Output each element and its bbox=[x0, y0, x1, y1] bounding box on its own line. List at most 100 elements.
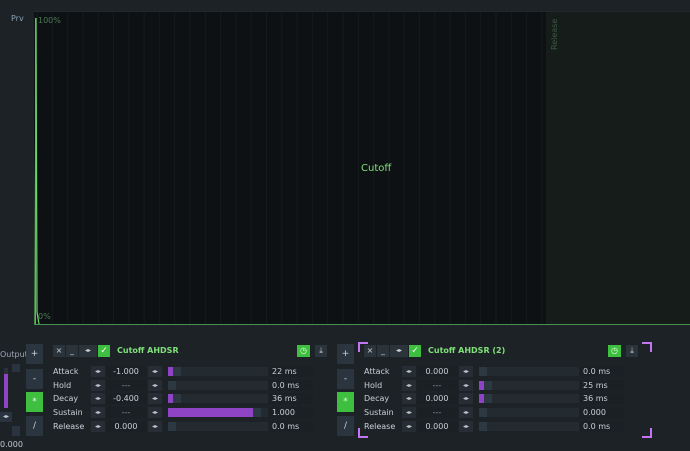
op-add-button[interactable]: + bbox=[26, 344, 43, 364]
left-right-arrows-icon[interactable]: ◂▸ bbox=[148, 420, 162, 432]
param-value[interactable]: -1.000 bbox=[106, 366, 146, 377]
param-slider-handle[interactable] bbox=[168, 421, 176, 431]
left-right-arrows-icon[interactable]: ◂▸ bbox=[459, 366, 473, 377]
left-right-arrows-icon[interactable]: ◂▸ bbox=[459, 420, 473, 432]
param-slider-fill bbox=[168, 408, 260, 418]
param-slider-handle[interactable] bbox=[479, 408, 487, 418]
left-right-arrows-icon[interactable]: ◂▸ bbox=[459, 407, 473, 419]
left-right-arrows-icon[interactable]: ◂▸ bbox=[91, 407, 105, 419]
left-right-arrows-icon[interactable]: ◂▸ bbox=[91, 420, 105, 432]
param-slider[interactable] bbox=[479, 380, 579, 390]
param-slider-handle[interactable] bbox=[479, 367, 487, 376]
param-time-readout: 0.000 bbox=[580, 407, 624, 419]
output-side-box[interactable] bbox=[12, 364, 20, 372]
graph-baseline bbox=[34, 324, 690, 325]
minimize-icon[interactable]: _ bbox=[377, 345, 389, 357]
param-time-readout: 0.0 ms bbox=[580, 420, 624, 432]
left-right-arrows-icon[interactable]: ◂▸ bbox=[148, 393, 162, 405]
param-slider-handle[interactable] bbox=[172, 394, 181, 404]
left-right-arrows-icon[interactable]: ◂▸ bbox=[459, 379, 473, 391]
left-right-arrows-icon[interactable]: ◂▸ bbox=[148, 407, 162, 419]
param-value[interactable]: 0.000 bbox=[417, 366, 457, 377]
param-label: Release bbox=[53, 421, 85, 431]
graph-title: Cutoff bbox=[361, 163, 392, 174]
param-slider-handle[interactable] bbox=[252, 408, 261, 418]
reorder-arrows-icon[interactable]: ◂▸ bbox=[79, 345, 97, 357]
op-multiply-button[interactable]: * bbox=[26, 392, 43, 412]
left-right-arrows-icon[interactable]: ◂▸ bbox=[91, 379, 105, 391]
param-value[interactable]: 0.000 bbox=[106, 420, 146, 432]
left-right-arrows-icon[interactable]: ◂▸ bbox=[91, 393, 105, 405]
left-right-arrows-icon[interactable]: ◂▸ bbox=[148, 366, 162, 377]
param-time-readout: 1.000 bbox=[269, 407, 313, 419]
param-row-release: Release ◂▸ 0.000 ◂▸ 0.0 ms bbox=[364, 420, 654, 433]
modulator-panel-1: × _ ◂▸ ✓ Cutoff AHDSR ◷ ⤓ Attack ◂▸ -1.000 ◂▸ 22 ms… bbox=[53, 342, 331, 440]
clock-icon[interactable]: ◷ bbox=[297, 345, 310, 357]
op-subtract-button[interactable]: - bbox=[26, 369, 43, 389]
selection-corner bbox=[642, 428, 652, 438]
left-right-arrows-icon[interactable]: ◂▸ bbox=[402, 420, 416, 432]
param-slider-handle[interactable] bbox=[168, 380, 176, 390]
left-right-arrows-icon[interactable]: ◂▸ bbox=[402, 407, 416, 419]
envelope-graph[interactable]: Release 100% 0% Cutoff bbox=[34, 11, 690, 325]
param-value[interactable]: 0.000 bbox=[417, 420, 457, 432]
param-row-sustain: Sustain ◂▸ --- ◂▸ 1.000 bbox=[53, 407, 343, 419]
param-row-release: Release ◂▸ 0.000 ◂▸ 0.0 ms bbox=[53, 420, 343, 433]
op-add-button[interactable]: + bbox=[337, 344, 354, 364]
left-right-arrows-icon[interactable]: ◂▸ bbox=[402, 366, 416, 377]
selection-corner bbox=[358, 342, 368, 352]
enable-checkbox[interactable]: ✓ bbox=[409, 345, 421, 357]
graph-label-top: 100% bbox=[38, 16, 61, 25]
param-row-attack: Attack ◂▸ -1.000 ◂▸ 22 ms bbox=[53, 366, 343, 378]
panel-title: Cutoff AHDSR (2) bbox=[428, 346, 506, 355]
left-right-arrows-icon[interactable]: ◂▸ bbox=[459, 393, 473, 405]
panel-title: Cutoff AHDSR bbox=[117, 346, 179, 355]
export-icon[interactable]: ⤓ bbox=[315, 345, 327, 357]
param-slider[interactable] bbox=[479, 408, 579, 418]
param-value[interactable]: -0.400 bbox=[106, 393, 146, 405]
param-slider[interactable] bbox=[168, 380, 268, 390]
close-icon[interactable]: × bbox=[53, 345, 65, 357]
left-right-arrows-icon[interactable]: ◂▸ bbox=[402, 379, 416, 391]
param-row-attack: Attack ◂▸ 0.000 ◂▸ 0.0 ms bbox=[364, 366, 654, 378]
param-slider-handle[interactable] bbox=[483, 394, 492, 404]
output-label: Output bbox=[0, 350, 28, 359]
param-label: Decay bbox=[53, 394, 79, 404]
param-value[interactable]: --- bbox=[106, 379, 146, 391]
selection-corner bbox=[358, 428, 368, 438]
param-label: Sustain bbox=[364, 408, 394, 418]
param-row-hold: Hold ◂▸ --- ◂▸ 25 ms bbox=[364, 379, 654, 392]
param-value[interactable]: --- bbox=[106, 407, 146, 419]
clock-icon[interactable]: ◷ bbox=[608, 345, 621, 357]
param-value[interactable]: 0.000 bbox=[417, 393, 457, 405]
left-right-arrows-icon[interactable]: ◂▸ bbox=[148, 379, 162, 391]
enable-checkbox[interactable]: ✓ bbox=[98, 345, 110, 357]
minimize-icon[interactable]: _ bbox=[66, 345, 78, 357]
param-slider[interactable] bbox=[168, 367, 268, 376]
param-slider-handle[interactable] bbox=[483, 380, 492, 390]
param-slider[interactable] bbox=[479, 367, 579, 376]
param-time-readout: 0.0 ms bbox=[580, 366, 624, 377]
param-value[interactable]: --- bbox=[417, 379, 457, 391]
output-meter[interactable] bbox=[4, 368, 8, 408]
output-arrows-button[interactable]: ◂▸ bbox=[0, 412, 12, 422]
param-label: Release bbox=[364, 421, 396, 431]
param-slider-handle[interactable] bbox=[172, 367, 181, 376]
graph-label-bottom: 0% bbox=[38, 312, 51, 321]
param-slider[interactable] bbox=[168, 394, 268, 404]
output-side-box-lower[interactable] bbox=[12, 426, 20, 436]
param-slider-handle[interactable] bbox=[479, 421, 487, 431]
param-slider[interactable] bbox=[479, 421, 579, 431]
param-row-hold: Hold ◂▸ --- ◂▸ 0.0 ms bbox=[53, 379, 343, 392]
export-icon[interactable]: ⤓ bbox=[626, 345, 638, 357]
op-divide-button[interactable]: / bbox=[26, 416, 43, 436]
param-time-readout: 36 ms bbox=[269, 393, 313, 405]
panel-header: × _ ◂▸ ✓ Cutoff AHDSR (2) ◷ ⤓ bbox=[364, 345, 642, 359]
left-right-arrows-icon[interactable]: ◂▸ bbox=[91, 366, 105, 377]
reorder-arrows-icon[interactable]: ◂▸ bbox=[390, 345, 408, 357]
param-slider[interactable] bbox=[168, 421, 268, 431]
param-label: Hold bbox=[53, 380, 72, 390]
param-value[interactable]: --- bbox=[417, 407, 457, 419]
left-right-arrows-icon[interactable]: ◂▸ bbox=[402, 393, 416, 405]
param-slider[interactable] bbox=[479, 394, 579, 404]
